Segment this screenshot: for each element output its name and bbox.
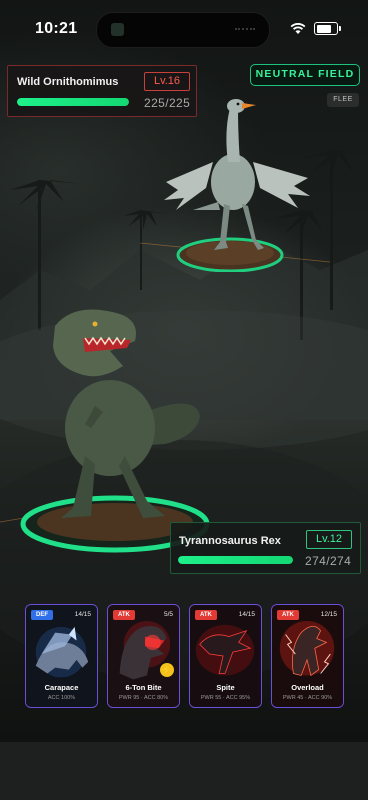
enemy-hp-text: 225/225 [144,96,191,110]
move-type-badge: ATK [195,610,217,620]
enemy-level-badge: Lv.16 [144,72,190,91]
field-status-badge: NEUTRAL FIELD [250,64,360,86]
player-creature-trex[interactable] [15,296,235,556]
move-stats: ACC 100% [47,695,76,701]
move-stats: PWR 55 · ACC 95% [200,695,251,701]
player-hp-bar [178,556,293,564]
enemy-status-panel: Wild Ornithomimus Lv.16 225/225 [7,65,197,117]
move-uses: 12/15 [320,611,337,618]
status-time: 10:21 [35,20,78,37]
move-card-row: DEF 14/15 Carapace ACC 100% ATK 5/5 ⚡ 6-… [25,604,345,708]
move-type-badge: ATK [277,610,299,620]
move-stats: PWR 45 · ACC 90% [282,695,333,701]
enemy-creature-ornithomimus[interactable] [158,92,358,272]
move-name: Overload [291,683,324,692]
player-hp-text: 274/274 [305,554,352,568]
enemy-name: Wild Ornithomimus [17,76,119,88]
move-name: 6-Ton Bite [125,683,162,692]
power-bolt-icon: ⚡ [160,663,174,677]
camera-icon [111,23,124,36]
move-name: Spite [216,683,235,692]
battery-icon [314,22,341,35]
move-stats: PWR 95 · ACC 80% [118,695,169,701]
bottom-bar [0,742,368,800]
move-type-badge: ATK [113,610,135,620]
player-level-badge: Lv.12 [306,530,352,549]
move-uses: 14/15 [238,611,255,618]
move-card-spite[interactable]: ATK 14/15 Spite PWR 55 · ACC 95% [189,604,262,708]
move-type-badge: DEF [31,610,53,620]
player-hp-fill [178,556,293,564]
sensor-dots-icon [235,28,255,33]
player-name: Tyrannosaurus Rex [179,535,281,547]
move-uses: 5/5 [163,611,173,618]
enemy-hp-fill [17,98,129,106]
enemy-hp-bar [17,98,129,106]
player-status-panel: Tyrannosaurus Rex Lv.12 274/274 [170,522,361,574]
move-card-overload[interactable]: ATK 12/15 Overload PWR 45 · ACC 90% [271,604,344,708]
move-card-carapace[interactable]: DEF 14/15 Carapace ACC 100% [25,604,98,708]
status-icons [290,22,341,35]
move-uses: 14/15 [74,611,91,618]
dynamic-island [96,12,270,48]
flee-button[interactable]: FLEE [327,93,359,107]
move-name: Carapace [44,683,79,692]
move-card-6-ton-bite[interactable]: ATK 5/5 ⚡ 6-Ton Bite PWR 95 · ACC 80% [107,604,180,708]
wifi-icon [290,23,306,34]
